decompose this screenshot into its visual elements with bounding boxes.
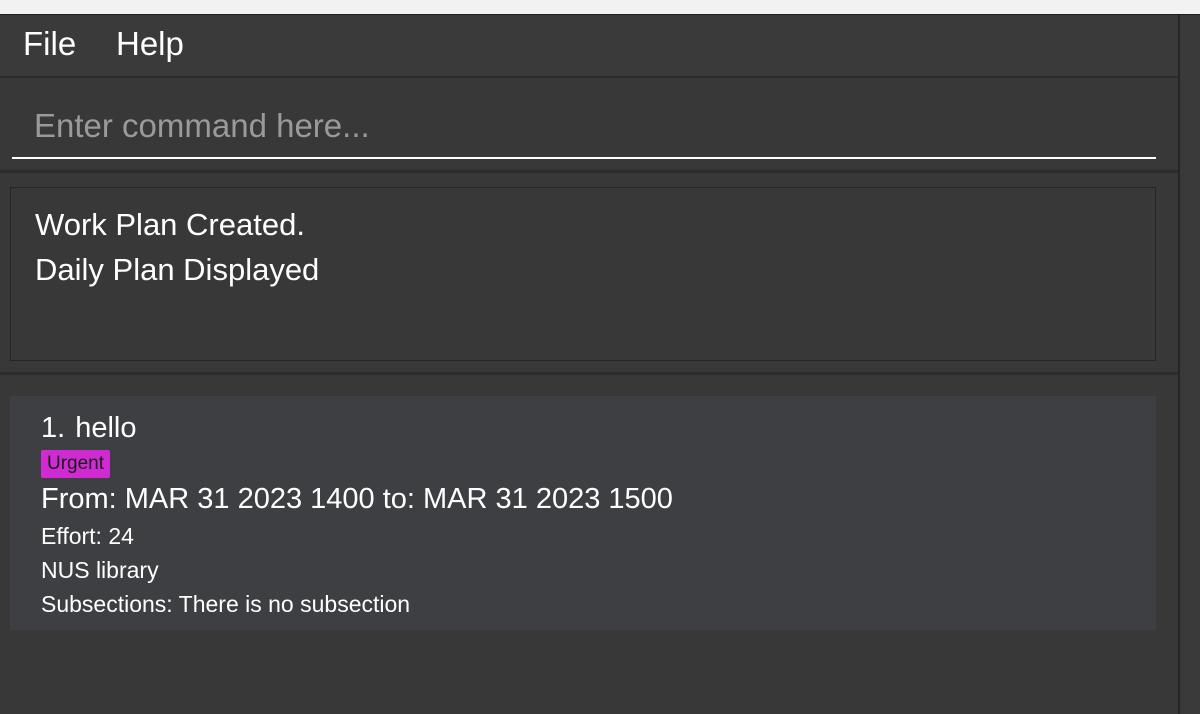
task-title: hello — [75, 412, 137, 444]
task-effort: Effort: 24 — [41, 523, 134, 549]
task-subsections: Subsections: There is no subsection — [41, 591, 411, 617]
task-index: 1. — [41, 412, 66, 444]
menu-help[interactable]: Help — [116, 25, 184, 63]
result-line: Daily Plan Displayed — [35, 252, 320, 287]
result-line: Work Plan Created. — [35, 207, 305, 242]
menu-bar: File Help — [0, 15, 1178, 78]
result-display: Work Plan Created. Daily Plan Displayed — [10, 187, 1156, 361]
app-window: File Help Work Plan Created. Daily Plan … — [0, 15, 1178, 714]
window-right-edge — [1178, 15, 1200, 714]
menu-file[interactable]: File — [23, 25, 76, 63]
task-title-row: 1. hello — [41, 411, 1156, 445]
window-title-strip — [0, 0, 1200, 15]
task-list: 1. hello Urgent From: MAR 31 2023 1400 to… — [0, 375, 1178, 714]
task-location: NUS library — [41, 557, 159, 583]
command-input[interactable] — [12, 95, 1156, 159]
command-box — [0, 79, 1178, 173]
tag-urgent: Urgent — [41, 450, 111, 478]
task-time-range: From: MAR 31 2023 1400 to: MAR 31 2023 1… — [41, 483, 673, 515]
task-card[interactable]: 1. hello Urgent From: MAR 31 2023 1400 to… — [10, 396, 1156, 630]
